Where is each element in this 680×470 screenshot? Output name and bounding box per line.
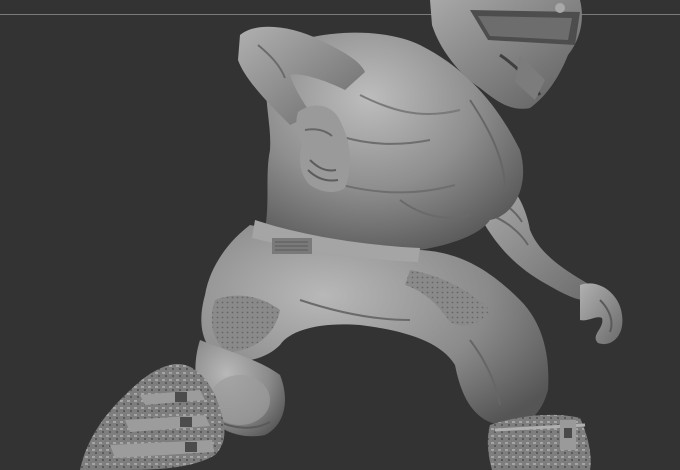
left-boot xyxy=(487,414,591,470)
left-hand xyxy=(580,283,623,345)
3d-viewport[interactable] xyxy=(0,0,680,470)
rider-sculpt-render xyxy=(80,0,623,470)
right-boot xyxy=(80,364,225,470)
